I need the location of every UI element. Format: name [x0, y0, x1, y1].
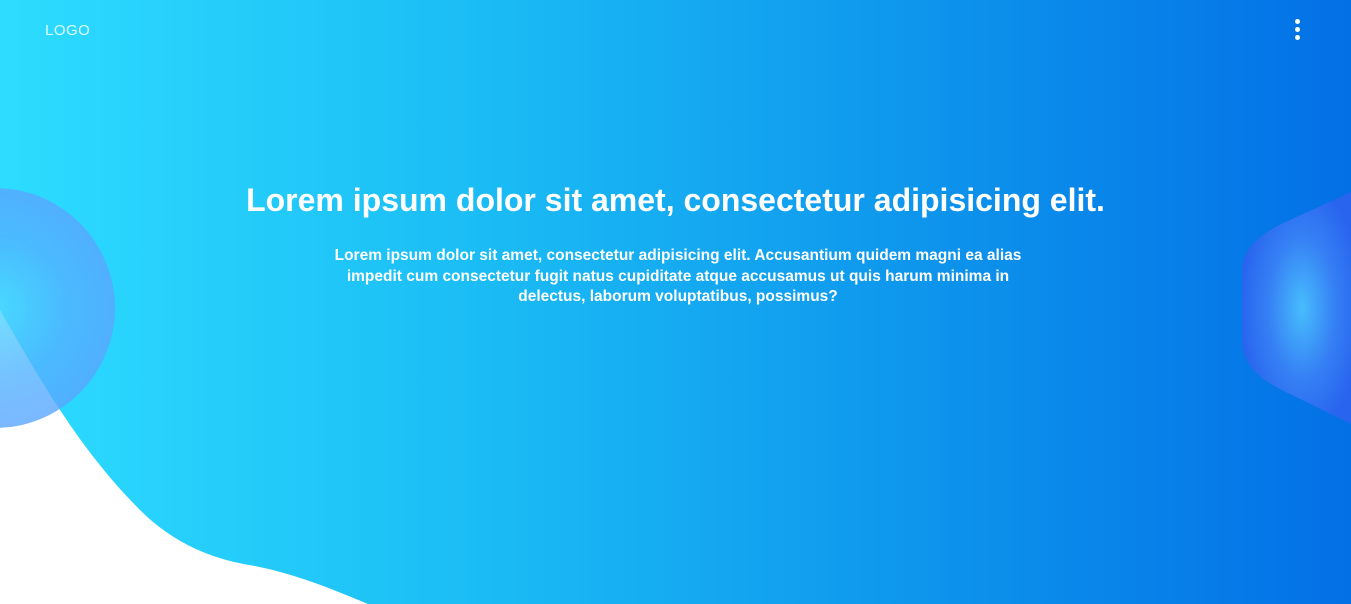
vertical-ellipsis-icon-dot [1294, 26, 1300, 32]
hero-section: LOGO Lorem ipsum dolor sit amet, consect… [0, 0, 1351, 604]
vertical-ellipsis-icon [1294, 18, 1300, 24]
logo[interactable]: LOGO [45, 22, 90, 39]
right-hexagon-blob [1242, 192, 1351, 424]
vertical-ellipsis-icon-dot [1294, 34, 1300, 40]
hero-description: Lorem ipsum dolor sit amet, consectetur … [334, 247, 1022, 305]
menu-button[interactable] [1286, 16, 1308, 42]
hero-title: Lorem ipsum dolor sit amet, consectetur … [246, 182, 1105, 218]
left-circle-blob [0, 188, 115, 428]
